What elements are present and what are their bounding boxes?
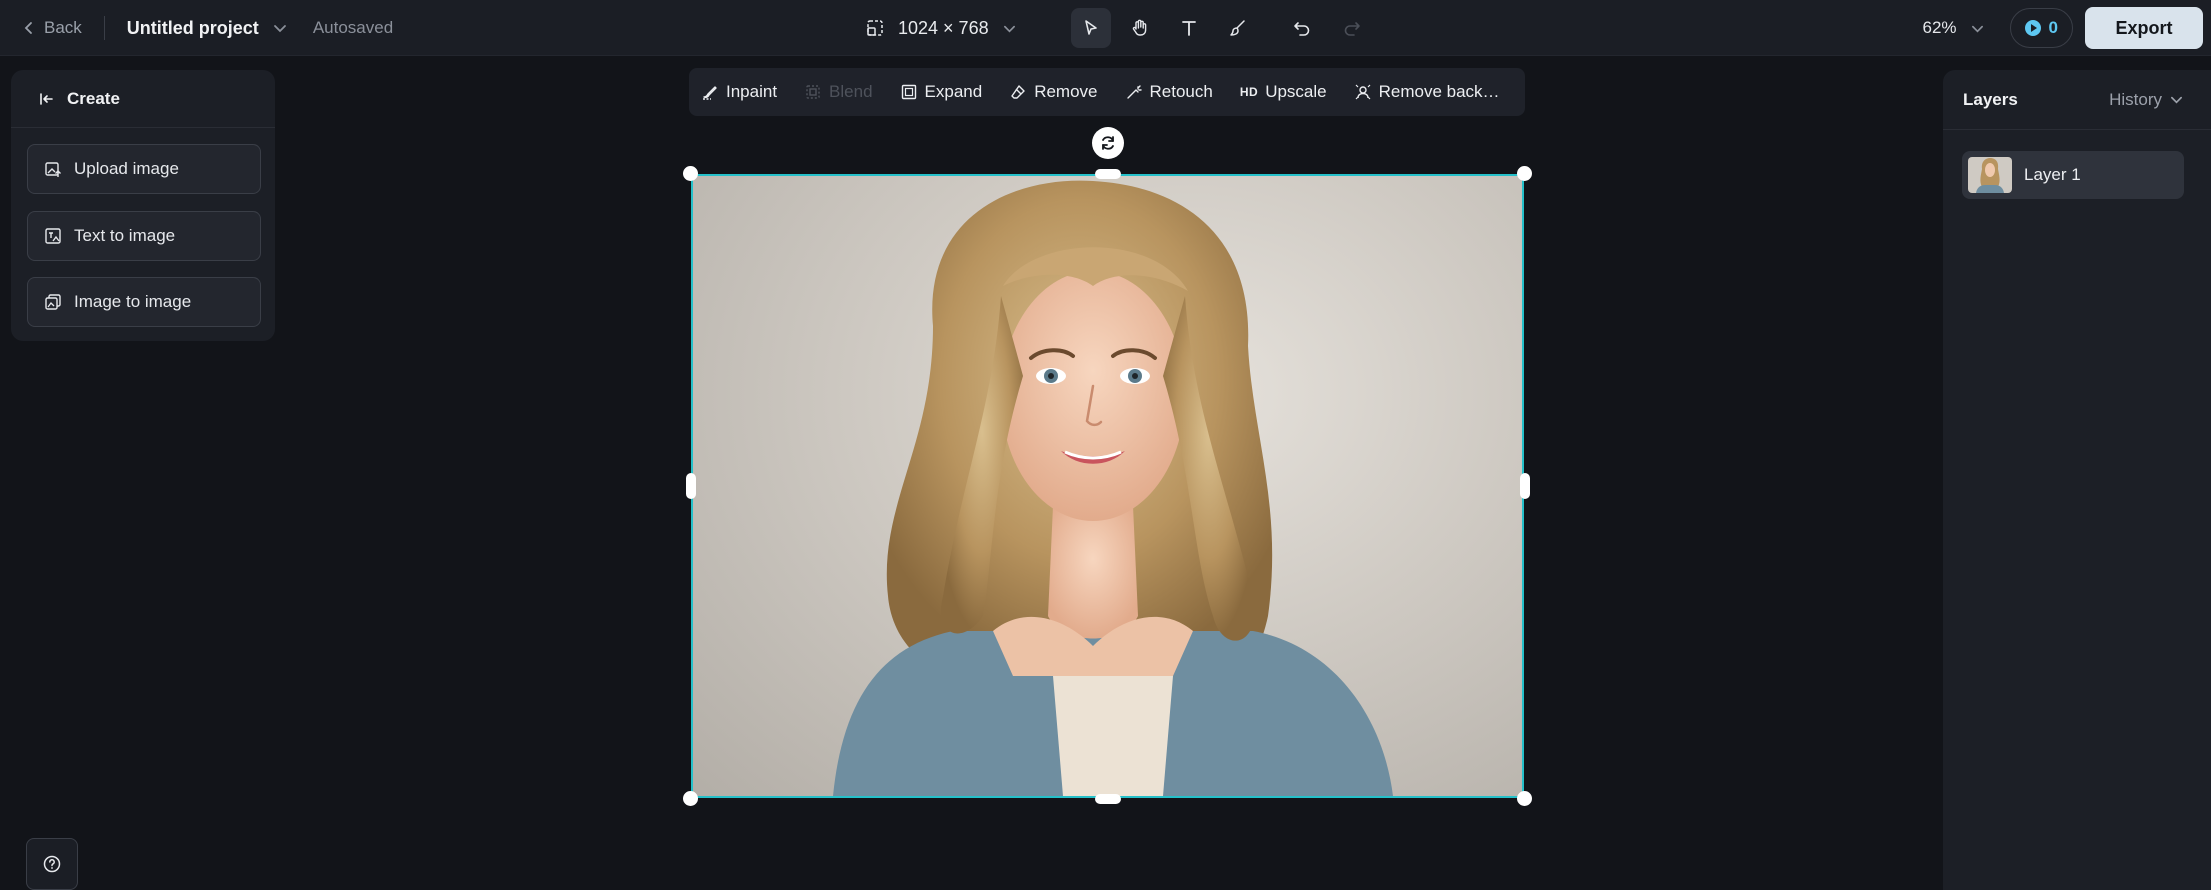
image-to-image-label: Image to image [74, 292, 192, 311]
upload-image-button[interactable]: Upload image [27, 144, 261, 194]
text-to-image-label: Text to image [74, 226, 176, 245]
layers-panel-header: Layers History [1943, 70, 2211, 130]
text-tool-icon [1182, 21, 1196, 36]
select-arrow-icon [1085, 20, 1097, 35]
help-button[interactable] [26, 838, 78, 890]
image-edit-toolbar: Inpaint Blend Expand Remove Retouch HD U… [689, 68, 1525, 116]
rotate-icon [1102, 136, 1114, 150]
resize-handle-left[interactable] [686, 473, 696, 499]
resize-handle-top-right[interactable] [1517, 166, 1532, 181]
chevron-down-icon [1003, 25, 1015, 32]
text-to-image-icon [45, 228, 61, 244]
blend-icon [806, 85, 820, 99]
hand-tool[interactable] [1120, 8, 1160, 48]
remove-button[interactable]: Remove [1009, 82, 1098, 102]
upload-image-icon [45, 162, 61, 177]
expand-icon [901, 84, 916, 100]
remove-label: Remove [1034, 82, 1098, 101]
top-bar: Back Untitled project Autosaved 1024 × 7… [0, 0, 2211, 56]
tool-group [1071, 8, 1258, 48]
redo-icon [1344, 22, 1360, 36]
project-name-dropdown[interactable]: Untitled project [127, 18, 287, 39]
history-dropdown[interactable]: History [2109, 90, 2183, 110]
expand-label: Expand [924, 82, 983, 101]
hand-icon [1132, 19, 1147, 36]
undo-icon [1294, 22, 1310, 36]
retouch-button[interactable]: Retouch [1125, 82, 1213, 102]
chevron-down-icon [273, 25, 286, 33]
resize-handle-bottom-right[interactable] [1517, 791, 1532, 806]
credits-badge[interactable]: 0 [2009, 8, 2073, 48]
back-button[interactable]: Back [22, 18, 82, 38]
image-to-image-icon [45, 294, 61, 310]
canvas-image[interactable] [691, 174, 1524, 798]
history-controls [1282, 8, 1372, 48]
image-to-image-button[interactable]: Image to image [27, 277, 261, 327]
inpaint-icon [703, 86, 717, 100]
zoom-dropdown[interactable]: 62% [1923, 18, 1984, 38]
back-label: Back [44, 18, 82, 37]
create-panel-header[interactable]: Create [11, 70, 275, 128]
undo-button[interactable] [1282, 8, 1322, 48]
credits-count: 0 [2048, 18, 2058, 37]
remove-background-button[interactable]: Remove back… [1354, 82, 1500, 102]
redo-button[interactable] [1332, 8, 1372, 48]
create-title: Create [67, 88, 120, 108]
remove-background-icon [1355, 84, 1371, 100]
layer-thumbnail [1968, 157, 2012, 193]
divider [103, 16, 105, 40]
chevron-left-icon [24, 22, 32, 34]
layer-name: Layer 1 [2024, 165, 2081, 184]
rotate-button[interactable] [1092, 127, 1124, 159]
create-panel: Create Upload image Text to image Image … [11, 70, 275, 341]
inpaint-button[interactable]: Inpaint [701, 82, 777, 102]
resize-handle-bottom[interactable] [1095, 794, 1121, 804]
credit-coin-icon [2024, 20, 2041, 36]
expand-button[interactable]: Expand [900, 82, 983, 102]
retouch-icon [1126, 85, 1142, 99]
history-label: History [2109, 89, 2162, 109]
canvas-size-dropdown[interactable]: 1024 × 768 [866, 18, 1016, 39]
brush-icon [1230, 20, 1245, 36]
resize-handle-right[interactable] [1520, 473, 1530, 499]
eraser-icon [1011, 85, 1025, 99]
resize-icon [867, 20, 883, 36]
layers-panel: Layers History Layer 1 [1943, 70, 2211, 890]
zoom-level: 62% [1922, 18, 1957, 37]
text-tool[interactable] [1169, 8, 1209, 48]
chevron-down-icon [2171, 96, 2182, 104]
help-icon [43, 855, 61, 873]
chevron-down-icon [1971, 25, 1983, 32]
save-status: Autosaved [312, 18, 394, 37]
upscale-button[interactable]: HD Upscale [1240, 82, 1327, 102]
blend-label: Blend [829, 82, 873, 101]
text-to-image-button[interactable]: Text to image [27, 211, 261, 261]
collapse-left-icon [40, 92, 53, 105]
project-name: Untitled project [126, 17, 259, 38]
brush-tool[interactable] [1218, 8, 1258, 48]
resize-handle-top[interactable] [1095, 169, 1121, 179]
inpaint-label: Inpaint [726, 82, 778, 101]
portrait-image [833, 180, 1393, 796]
remove-background-label: Remove back… [1378, 82, 1500, 101]
export-button[interactable]: Export [2085, 7, 2203, 49]
hd-icon: HD [1239, 85, 1259, 99]
layers-tab[interactable]: Layers [1963, 90, 2018, 110]
resize-handle-top-left[interactable] [683, 166, 698, 181]
resize-handle-bottom-left[interactable] [683, 791, 698, 806]
select-tool[interactable] [1071, 8, 1111, 48]
canvas-size: 1024 × 768 [898, 17, 989, 38]
retouch-label: Retouch [1149, 82, 1213, 101]
upscale-label: Upscale [1265, 82, 1327, 101]
layer-item[interactable]: Layer 1 [1962, 151, 2184, 199]
upload-image-label: Upload image [74, 159, 179, 178]
blend-button[interactable]: Blend [804, 82, 873, 102]
